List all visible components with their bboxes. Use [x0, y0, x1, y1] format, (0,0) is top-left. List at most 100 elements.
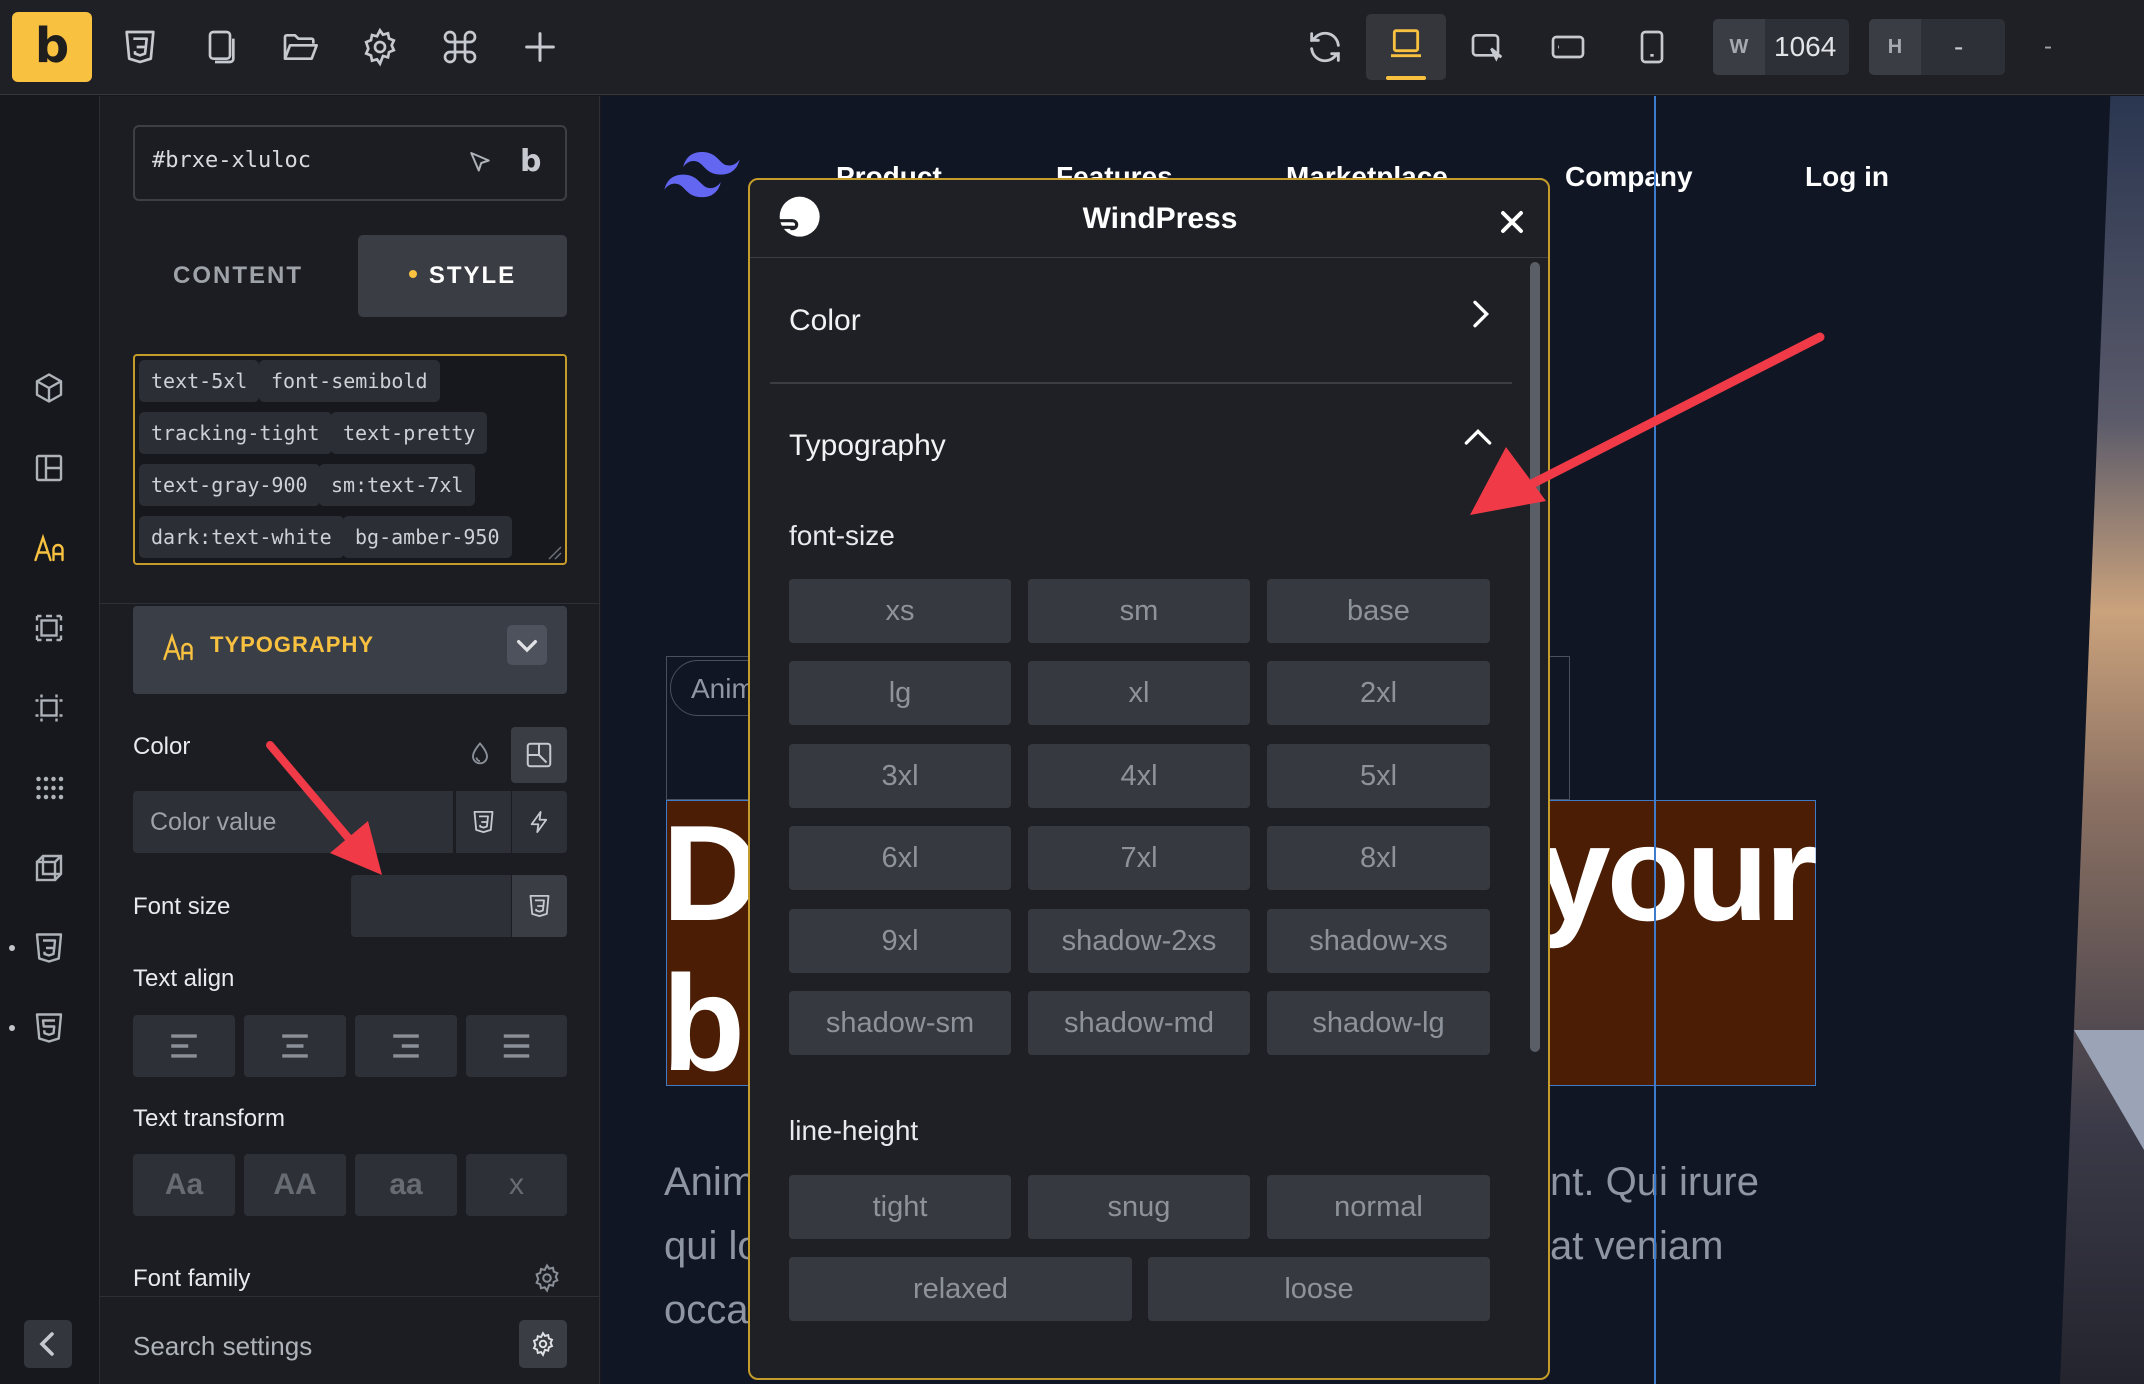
transform-none-button[interactable]: x — [466, 1154, 567, 1216]
font-size-option[interactable]: sm — [1028, 579, 1250, 643]
mobile-icon[interactable] — [1632, 27, 1672, 67]
pages-icon[interactable] — [200, 27, 240, 67]
class-chip[interactable]: text-gray-900 — [139, 464, 320, 506]
class-chip[interactable]: tracking-tight — [139, 412, 332, 454]
divider — [770, 382, 1512, 384]
laptop-icon — [1386, 24, 1426, 64]
paragraph-fragment: at veniam — [1550, 1224, 1724, 1268]
line-height-option[interactable]: normal — [1267, 1175, 1490, 1239]
tab-content[interactable]: CONTENT — [133, 235, 343, 317]
font-size-option[interactable]: 3xl — [789, 744, 1011, 808]
element-id: #brxe-xluloc — [152, 148, 311, 173]
font-size-option[interactable]: 7xl — [1028, 826, 1250, 890]
grid-dots-icon[interactable] — [31, 770, 67, 806]
color-section-header[interactable] — [768, 290, 1513, 380]
width-label: W — [1713, 19, 1765, 75]
tab-style[interactable]: STYLE — [358, 235, 567, 317]
font-size-option[interactable]: shadow-sm — [789, 991, 1011, 1055]
paragraph-fragment: qui lo — [664, 1224, 760, 1268]
font-size-option[interactable]: lg — [789, 661, 1011, 725]
font-family-label: Font family — [133, 1265, 251, 1292]
cursor-pointer-icon[interactable] — [465, 148, 495, 178]
gear-icon[interactable] — [532, 1263, 562, 1293]
nav-log-in[interactable]: Log in — [1805, 161, 1889, 193]
divider — [100, 603, 600, 604]
tailwind-logo-icon[interactable] — [664, 152, 740, 198]
refresh-icon[interactable] — [1305, 27, 1345, 67]
class-chip[interactable]: text-pretty — [331, 412, 488, 454]
typography-section-title[interactable]: Typography — [789, 429, 946, 463]
nav-company[interactable]: Company — [1565, 161, 1693, 193]
align-left-icon[interactable] — [133, 1015, 235, 1077]
cube-icon[interactable] — [31, 370, 67, 406]
guide-line — [1654, 96, 1656, 1384]
chevron-down-icon[interactable] — [507, 625, 547, 665]
align-right-icon[interactable] — [355, 1015, 457, 1077]
class-chips-box[interactable]: text-5xl font-semibold tracking-tight te… — [133, 354, 567, 565]
font-size-option[interactable]: shadow-lg — [1267, 991, 1490, 1055]
line-height-option[interactable]: tight — [789, 1175, 1011, 1239]
font-size-option[interactable]: 9xl — [789, 909, 1011, 973]
bricks-b-icon[interactable]: b — [520, 144, 541, 179]
collapse-panel-button[interactable] — [24, 1320, 72, 1368]
font-size-option[interactable]: 4xl — [1028, 744, 1250, 808]
close-icon[interactable] — [1494, 204, 1530, 240]
tab-style-label: STYLE — [428, 262, 517, 289]
windpress-logo-icon — [770, 194, 824, 242]
font-size-option[interactable]: shadow-md — [1028, 991, 1250, 1055]
font-size-option[interactable]: xs — [789, 579, 1011, 643]
spacing-icon[interactable] — [31, 610, 67, 646]
border-icon[interactable] — [31, 690, 67, 726]
font-size-option[interactable]: 8xl — [1267, 826, 1490, 890]
html5-icon[interactable] — [31, 1010, 67, 1046]
class-chip[interactable]: sm:text-7xl — [319, 464, 476, 506]
transform-capitalize-button[interactable]: Aa — [133, 1154, 235, 1216]
tablet-icon[interactable] — [1548, 27, 1588, 67]
paragraph-fragment: Anim — [664, 1160, 756, 1204]
hero-heading-fragment: b — [662, 947, 745, 1099]
css-variable-icon[interactable] — [455, 791, 511, 853]
align-justify-icon[interactable] — [466, 1015, 567, 1077]
width-value[interactable]: 1064 — [1774, 19, 1836, 75]
font-size-group-label: font-size — [789, 520, 895, 551]
css3-icon[interactable] — [120, 27, 160, 67]
layout-icon[interactable] — [31, 450, 67, 486]
align-center-icon[interactable] — [244, 1015, 346, 1077]
transform-uppercase-button[interactable]: AA — [244, 1154, 346, 1216]
font-size-option[interactable]: shadow-2xs — [1028, 909, 1250, 973]
tab-active-dot — [408, 269, 417, 278]
tablet-landscape-icon[interactable] — [1468, 27, 1508, 67]
command-icon[interactable] — [440, 27, 480, 67]
resize-handle-icon[interactable] — [543, 541, 563, 561]
bricks-logo-button[interactable]: b — [12, 12, 92, 82]
class-chip[interactable]: text-5xl — [139, 360, 260, 402]
line-height-option[interactable]: loose — [1148, 1257, 1490, 1321]
line-height-option[interactable]: relaxed — [789, 1257, 1132, 1321]
settings-gear-icon[interactable] — [360, 27, 400, 67]
class-chip[interactable]: bg-amber-950 — [343, 516, 512, 558]
font-size-option[interactable]: 6xl — [789, 826, 1011, 890]
add-plus-icon[interactable] — [520, 27, 560, 67]
gear-icon[interactable] — [519, 1320, 567, 1368]
css-icon[interactable] — [31, 930, 67, 966]
transform-lowercase-button[interactable]: aa — [355, 1154, 457, 1216]
font-size-option[interactable]: 2xl — [1267, 661, 1490, 725]
color-palette-icon[interactable] — [511, 727, 567, 783]
font-size-option[interactable]: base — [1267, 579, 1490, 643]
transform-3d-icon[interactable] — [31, 850, 67, 886]
css-variable-icon[interactable] — [512, 875, 567, 937]
font-size-option[interactable]: 5xl — [1267, 744, 1490, 808]
height-value[interactable]: - — [1954, 19, 1963, 75]
lightning-icon[interactable] — [512, 791, 567, 853]
line-height-option[interactable]: snug — [1028, 1175, 1250, 1239]
typography-icon[interactable] — [31, 530, 67, 566]
search-settings-input[interactable]: Search settings — [133, 1331, 312, 1362]
class-chip[interactable]: dark:text-white — [139, 516, 344, 558]
text-transform-label: Text transform — [133, 1105, 286, 1132]
droplet-icon[interactable] — [466, 740, 494, 768]
class-chip[interactable]: font-semibold — [259, 360, 440, 402]
font-size-option[interactable]: shadow-xs — [1267, 909, 1490, 973]
font-size-option[interactable]: xl — [1028, 661, 1250, 725]
hero-heading-fragment: your — [1535, 797, 1818, 949]
folder-open-icon[interactable] — [280, 27, 320, 67]
